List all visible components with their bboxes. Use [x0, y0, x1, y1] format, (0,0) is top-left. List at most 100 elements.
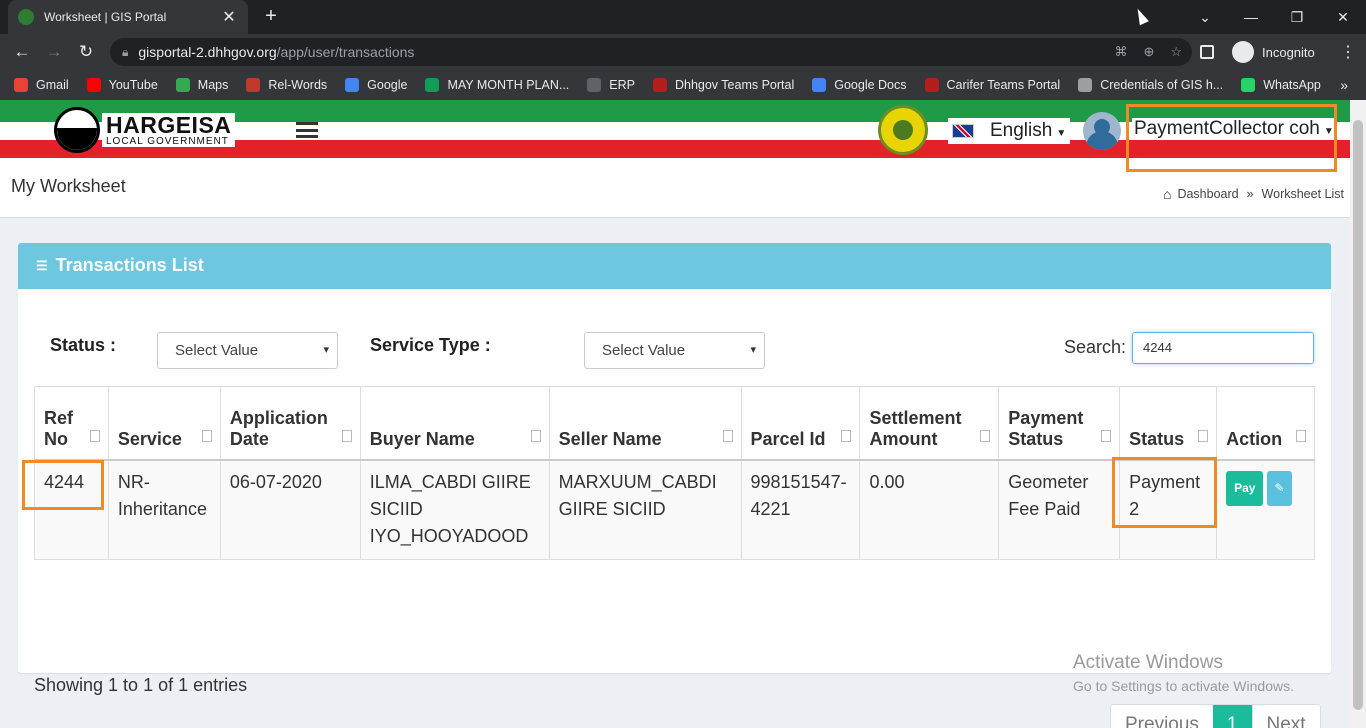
minimize-button[interactable]: —	[1228, 0, 1274, 34]
chevron-down-icon: ▾	[750, 344, 756, 356]
sort-icon	[841, 429, 852, 442]
reload-icon[interactable]: ↻	[74, 40, 98, 64]
site-logo[interactable]: HARGEISA LOCAL GOVERNMENT	[54, 106, 236, 154]
service-type-select[interactable]: Select Value ▾	[584, 332, 765, 369]
whatsapp-icon	[1241, 78, 1256, 92]
restore-button[interactable]: ❐	[1274, 0, 1320, 34]
status-select-value: Select Value	[175, 342, 259, 359]
column-header[interactable]: Settlement Amount	[859, 386, 1000, 461]
service-type-select-value: Select Value	[602, 342, 686, 359]
bookmark-item[interactable]: WhatsApp	[1241, 78, 1321, 92]
page-scrollbar[interactable]	[1350, 100, 1366, 728]
close-window-button[interactable]: ✕	[1320, 0, 1366, 34]
column-header[interactable]: Buyer Name	[359, 386, 550, 461]
bookmark-item[interactable]: Google Docs	[812, 78, 907, 92]
gmail-icon	[14, 78, 28, 92]
edit-icon[interactable]: ✎	[1267, 470, 1292, 506]
side-panel-icon[interactable]	[1200, 45, 1214, 59]
forward-icon[interactable]: →	[42, 40, 66, 64]
cell-parcel-id: 998151547-4221	[740, 459, 861, 560]
cell-settlement-amount: 0.00	[859, 459, 1000, 560]
column-header[interactable]: Status	[1119, 386, 1218, 461]
zoom-icon[interactable]: ⊕	[1143, 44, 1154, 60]
highlight-status-box	[1112, 457, 1217, 528]
bookmark-star-icon[interactable]: ☆	[1170, 44, 1182, 60]
more-bookmarks-icon[interactable]: »	[1340, 77, 1348, 93]
rel-words-icon	[246, 78, 261, 92]
column-header[interactable]: Application Date	[219, 386, 361, 461]
panel-title: ☰ Transactions List	[36, 255, 204, 276]
table-info: Showing 1 to 1 of 1 entries	[34, 675, 248, 695]
breadcrumb: ⌂ Dashboard » Worksheet List	[1163, 186, 1344, 202]
national-emblem-icon	[878, 105, 928, 155]
search-input[interactable]: 4244	[1132, 332, 1314, 364]
cell-action: Pay ✎	[1216, 459, 1315, 560]
bookmark-label: YouTube	[108, 78, 158, 92]
bookmark-label: MAY MONTH PLAN...	[447, 78, 570, 92]
breadcrumb-dashboard[interactable]: Dashboard	[1177, 187, 1238, 201]
bookmark-item[interactable]: Rel-Words	[246, 78, 327, 92]
bookmark-label: Maps	[197, 78, 229, 92]
column-header[interactable]: Parcel Id	[740, 386, 861, 461]
bookmark-label: Gmail	[36, 78, 69, 92]
tab-search-icon[interactable]: ⌄	[1182, 0, 1228, 34]
search-label: Search:	[1064, 337, 1127, 357]
bookmarks-bar: Gmail YouTube Maps Rel-Words Google MAY …	[0, 70, 1366, 100]
bookmark-item[interactable]: Credentials of GIS h...	[1078, 78, 1223, 92]
pay-button[interactable]: Pay	[1226, 470, 1264, 506]
column-header[interactable]: Action	[1216, 386, 1315, 461]
bookmark-item[interactable]: Maps	[175, 78, 229, 92]
google-icon	[345, 78, 360, 92]
bookmark-label: Rel-Words	[268, 78, 328, 92]
column-header[interactable]: Seller Name	[548, 386, 742, 461]
windows-activation-watermark: Activate Windows Go to Settings to activ…	[1073, 652, 1294, 694]
browser-tab[interactable]: Worksheet | GIS Portal ✕	[8, 0, 248, 34]
bookmark-item[interactable]: YouTube	[86, 78, 158, 92]
bookmark-item[interactable]: Dhhgov Teams Portal	[652, 78, 795, 92]
list-icon: ☰	[36, 257, 48, 273]
sort-icon	[341, 429, 352, 442]
column-header[interactable]: Payment Status	[998, 386, 1121, 461]
incognito-icon	[1232, 41, 1254, 63]
cell-service: NR-Inheritance	[107, 459, 221, 560]
address-bar[interactable]: 🔒︎ gisportal-2.dhhgov.org/app/user/trans…	[110, 38, 1192, 66]
maps-icon	[175, 78, 190, 92]
scrollbar-thumb[interactable]	[1353, 120, 1363, 710]
bookmark-item[interactable]: ERP	[587, 78, 635, 92]
logo-subtitle: LOCAL GOVERNMENT	[106, 136, 229, 147]
bookmark-label: Dhhgov Teams Portal	[674, 78, 795, 92]
page-1-button[interactable]: 1	[1212, 705, 1252, 728]
sort-icon	[89, 429, 100, 442]
sidebar-toggle-icon[interactable]	[296, 122, 318, 138]
user-avatar[interactable]	[1083, 112, 1121, 150]
previous-page-button[interactable]: Previous	[1111, 705, 1213, 728]
sort-icon	[1101, 429, 1112, 442]
column-header[interactable]: Ref No	[34, 386, 109, 461]
logo-wordmark: HARGEISA LOCAL GOVERNMENT	[102, 113, 236, 147]
language-dropdown[interactable]: English ▼	[948, 118, 1071, 144]
next-page-button[interactable]: Next	[1251, 705, 1320, 728]
back-icon[interactable]: ←	[10, 40, 34, 64]
tab-title: Worksheet | GIS Portal	[44, 10, 167, 24]
sort-icon	[1198, 429, 1209, 442]
watermark-subtitle: Go to Settings to activate Windows.	[1073, 678, 1294, 694]
browser-menu-icon[interactable]: ⋮	[1340, 42, 1356, 62]
bookmark-item[interactable]: Gmail	[14, 78, 69, 92]
column-header[interactable]: Service	[107, 386, 221, 461]
home-icon: ⌂	[1162, 186, 1172, 202]
breadcrumb-worksheet-list: Worksheet List	[1261, 187, 1344, 201]
browser-toolbar: ← → ↻ 🔒︎ gisportal-2.dhhgov.org/app/user…	[0, 34, 1366, 70]
incognito-indicator[interactable]: Incognito	[1200, 38, 1315, 66]
bookmark-item[interactable]: MAY MONTH PLAN...	[425, 78, 569, 92]
browser-tab-bar: Worksheet | GIS Portal ✕ + ⌄ — ❐ ✕	[0, 0, 1366, 34]
translate-icon[interactable]: ⌘	[1114, 44, 1127, 60]
panel-header: ☰ Transactions List	[18, 243, 1331, 289]
cell-payment-status: Geometer Fee Paid	[998, 459, 1121, 560]
uk-flag-icon	[952, 124, 974, 138]
mouse-cursor-icon	[1133, 6, 1149, 26]
bookmark-item[interactable]: Carifer Teams Portal	[924, 78, 1060, 92]
tab-close-icon[interactable]: ✕	[220, 7, 238, 27]
bookmark-item[interactable]: Google	[345, 78, 407, 92]
new-tab-button[interactable]: +	[260, 5, 282, 27]
status-select[interactable]: Select Value ▾	[157, 332, 338, 369]
